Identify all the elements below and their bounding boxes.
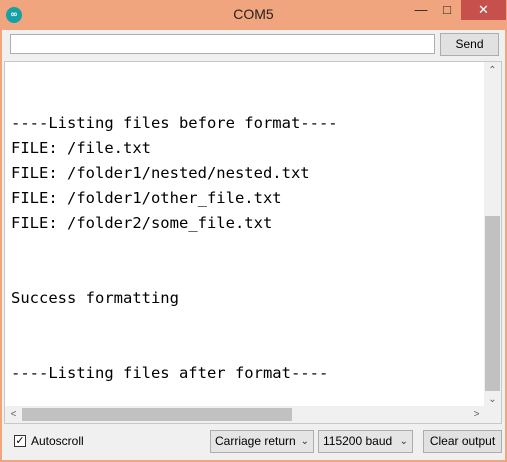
output-line: FILE: /folder1/nested/nested.txt: [11, 164, 310, 182]
bottom-toolbar: ✓ Autoscroll Carriage return ⌄ 115200 ba…: [2, 428, 505, 456]
baud-rate-value: 115200 baud: [323, 434, 393, 448]
horizontal-scrollbar[interactable]: < >: [5, 406, 485, 423]
scroll-left-icon[interactable]: <: [5, 406, 22, 423]
output-line: ----Listing files before format----: [11, 114, 338, 132]
scroll-corner: [484, 406, 501, 423]
line-ending-value: Carriage return: [215, 434, 296, 448]
output-line: Success formatting: [11, 289, 179, 307]
output-panel[interactable]: ----Listing files before format---- FILE…: [4, 61, 502, 424]
serial-monitor: Send ----Listing files before format----…: [2, 30, 505, 460]
send-button[interactable]: Send: [440, 33, 499, 56]
chevron-down-icon: ⌄: [300, 436, 309, 447]
close-button[interactable]: ✕: [461, 0, 506, 20]
send-input[interactable]: [10, 34, 435, 54]
chevron-down-icon: ⌄: [399, 436, 408, 447]
scroll-up-icon[interactable]: ⌃: [484, 62, 501, 79]
autoscroll-checkbox[interactable]: ✓: [14, 435, 26, 447]
horizontal-scroll-thumb[interactable]: [22, 408, 292, 421]
output-line: FILE: /folder1/other_file.txt: [11, 189, 282, 207]
vertical-scroll-thumb[interactable]: [485, 216, 500, 391]
output-line: ----Listing files after format----: [11, 364, 329, 382]
title-bar: ∞ COM5 — □ ✕: [0, 0, 507, 30]
maximize-button[interactable]: □: [434, 0, 460, 20]
output-line: FILE: /folder2/some_file.txt: [11, 214, 273, 232]
minimize-button[interactable]: —: [408, 0, 434, 20]
output-line: FILE: /file.txt: [11, 139, 151, 157]
vertical-scrollbar[interactable]: ⌃ ⌄: [484, 62, 501, 408]
autoscroll-label: Autoscroll: [31, 434, 84, 448]
serial-output: ----Listing files before format---- FILE…: [11, 111, 338, 386]
line-ending-dropdown[interactable]: Carriage return ⌄: [210, 430, 314, 453]
scroll-right-icon[interactable]: >: [468, 406, 485, 423]
baud-rate-dropdown[interactable]: 115200 baud ⌄: [318, 430, 413, 453]
clear-output-button[interactable]: Clear output: [423, 430, 502, 453]
